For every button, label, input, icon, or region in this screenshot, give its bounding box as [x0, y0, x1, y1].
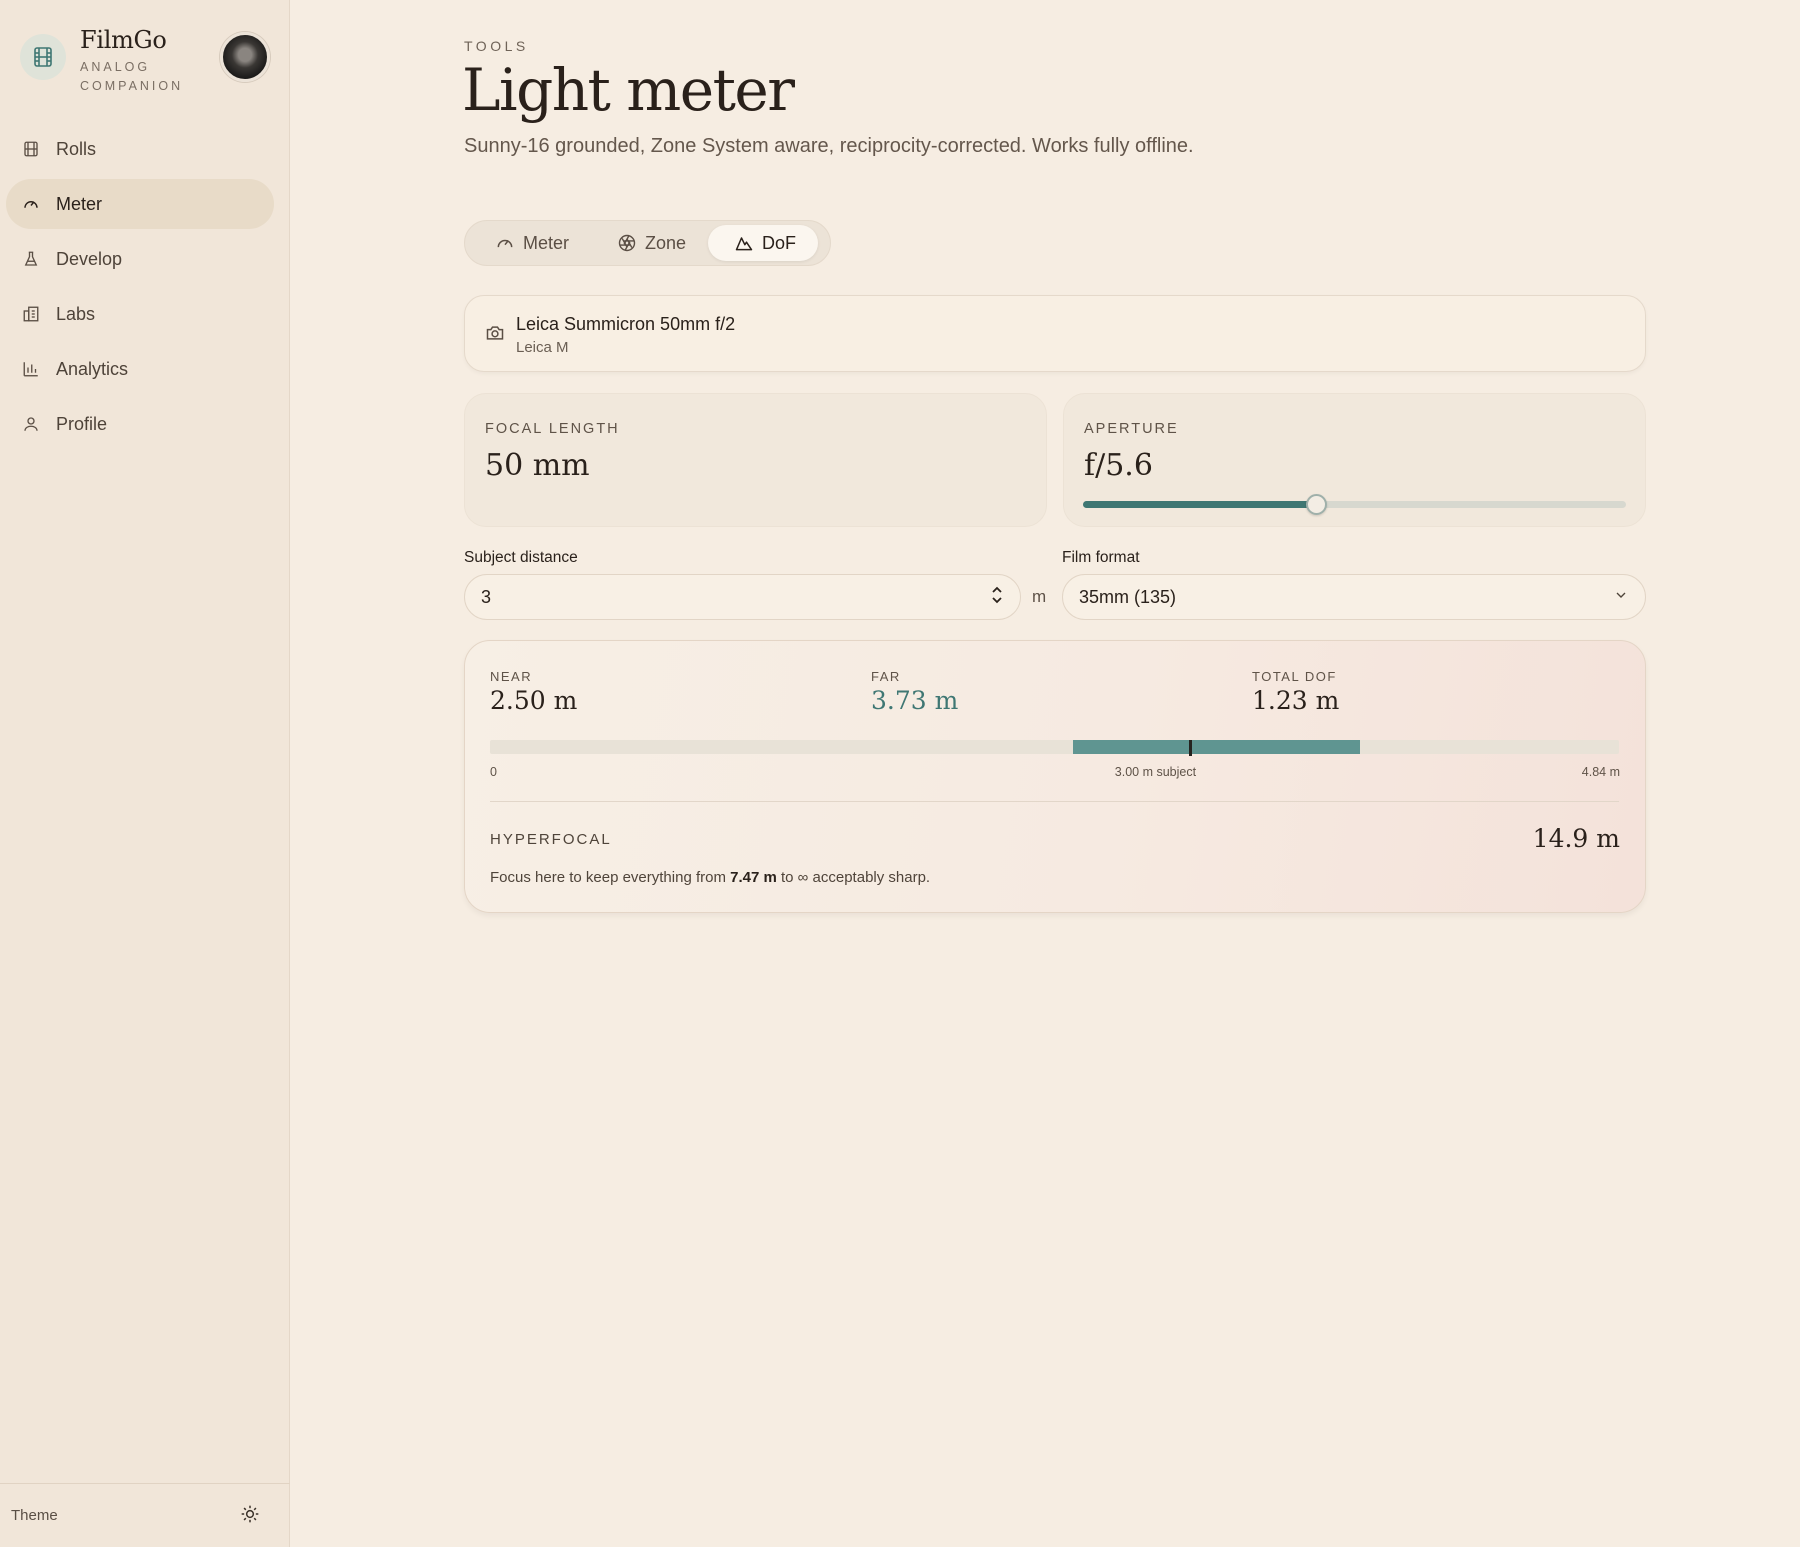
lens-mount: Leica M: [516, 339, 569, 356]
app-tagline: ANALOG COMPANION: [80, 60, 184, 93]
scale-min-label: 0: [490, 765, 497, 779]
building-icon: [20, 303, 42, 325]
near-label: NEAR: [490, 669, 533, 684]
app-name: FilmGo: [80, 26, 167, 54]
tool-tabs: Meter Zone DoF: [464, 220, 831, 266]
camera-icon: [485, 323, 505, 348]
aperture-slider[interactable]: [1083, 494, 1626, 515]
far-value: 3.73 m: [871, 686, 959, 715]
tab-dof[interactable]: DoF: [708, 225, 819, 261]
sidebar-item-labs[interactable]: Labs: [6, 289, 274, 339]
film-format-label: Film format: [1062, 549, 1140, 566]
user-icon: [20, 413, 42, 435]
hyperfocal-note: Focus here to keep everything from 7.47 …: [490, 869, 930, 886]
sidebar-item-label: Rolls: [56, 138, 97, 159]
sidebar: FilmGo ANALOG COMPANION Rolls Meter Deve…: [0, 0, 290, 1547]
theme-label: Theme: [11, 1507, 58, 1524]
sidebar-item-label: Meter: [56, 193, 103, 214]
subject-distance-input[interactable]: 3: [464, 574, 1021, 620]
hyperfocal-note-distance: 7.47 m: [730, 869, 777, 886]
aperture-label: APERTURE: [1084, 421, 1179, 437]
sidebar-item-meter[interactable]: Meter: [6, 179, 274, 229]
film-format-select[interactable]: 35mm (135): [1062, 574, 1646, 620]
film-icon: [20, 138, 42, 160]
aperture-card: APERTURE f/5.6: [1063, 393, 1646, 527]
sidebar-nav: Rolls Meter Develop Labs Analytics Profi…: [6, 124, 274, 454]
chevron-down-icon: [1613, 587, 1629, 608]
hyperfocal-note-prefix: Focus here to keep everything from: [490, 869, 731, 886]
sidebar-item-label: Profile: [56, 413, 108, 434]
film-logo-icon: [20, 34, 66, 80]
sidebar-item-label: Labs: [56, 303, 96, 324]
tab-label: DoF: [762, 232, 797, 253]
total-dof-value: 1.23 m: [1252, 686, 1340, 715]
aperture-slider-fill: [1083, 501, 1317, 508]
sidebar-item-label: Analytics: [56, 358, 129, 379]
aperture-slider-thumb[interactable]: [1306, 494, 1328, 515]
focal-length-value: 50 mm: [485, 448, 590, 483]
sidebar-item-label: Develop: [56, 248, 123, 269]
dof-scale-bar: [490, 740, 1619, 756]
lens-name: Leica Summicron 50mm f/2: [516, 314, 736, 334]
focal-length-label: FOCAL LENGTH: [485, 421, 620, 437]
page-subtitle: Sunny-16 grounded, Zone System aware, re…: [464, 135, 1194, 157]
aperture-value: f/5.6: [1084, 448, 1153, 483]
page-title: Light meter: [462, 56, 795, 124]
sidebar-item-rolls[interactable]: Rolls: [6, 124, 274, 174]
dof-subject-marker: [1188, 740, 1192, 756]
sidebar-item-analytics[interactable]: Analytics: [6, 344, 274, 394]
dof-sharp-range: [1073, 740, 1361, 754]
hyperfocal-value: 14.9 m: [1532, 824, 1620, 853]
subject-distance-value: 3: [481, 586, 492, 607]
total-dof-label: TOTAL DOF: [1252, 669, 1337, 684]
far-label: FAR: [871, 669, 901, 684]
near-value: 2.50 m: [490, 686, 578, 715]
hyperfocal-note-suffix: to ∞ acceptably sharp.: [776, 869, 931, 886]
gauge-icon: [495, 233, 515, 253]
avatar[interactable]: [220, 32, 270, 82]
tab-label: Zone: [645, 232, 687, 253]
lens-selector[interactable]: Leica Summicron 50mm f/2 Leica M: [464, 295, 1646, 372]
sun-icon[interactable]: [240, 1504, 260, 1528]
tab-label: Meter: [523, 232, 570, 253]
sidebar-item-develop[interactable]: Develop: [6, 234, 274, 284]
scale-subject-label: 3.00 m subject: [1114, 765, 1197, 779]
sidebar-item-profile[interactable]: Profile: [6, 399, 274, 449]
scale-max-label: 4.84 m: [1581, 765, 1620, 779]
tab-zone[interactable]: Zone: [591, 225, 708, 261]
distance-unit: m: [1032, 587, 1047, 606]
bar-chart-icon: [20, 358, 42, 380]
section-eyebrow: TOOLS: [464, 38, 529, 54]
tab-meter[interactable]: Meter: [469, 225, 591, 261]
aperture-icon: [617, 233, 637, 253]
focal-length-card: FOCAL LENGTH 50 mm: [464, 393, 1047, 527]
mountain-icon: [734, 233, 754, 253]
dof-results-card: NEAR 2.50 m FAR 3.73 m TOTAL DOF 1.23 m …: [464, 640, 1646, 913]
subject-distance-label: Subject distance: [464, 549, 578, 566]
stepper-icon[interactable]: [990, 584, 1004, 611]
flask-icon: [20, 248, 42, 270]
brand: FilmGo ANALOG COMPANION: [20, 26, 270, 96]
hyperfocal-label: HYPERFOCAL: [490, 831, 612, 848]
theme-row: Theme: [0, 1483, 290, 1547]
divider: [490, 801, 1619, 802]
gauge-icon: [20, 193, 42, 215]
film-format-value: 35mm (135): [1079, 586, 1177, 607]
